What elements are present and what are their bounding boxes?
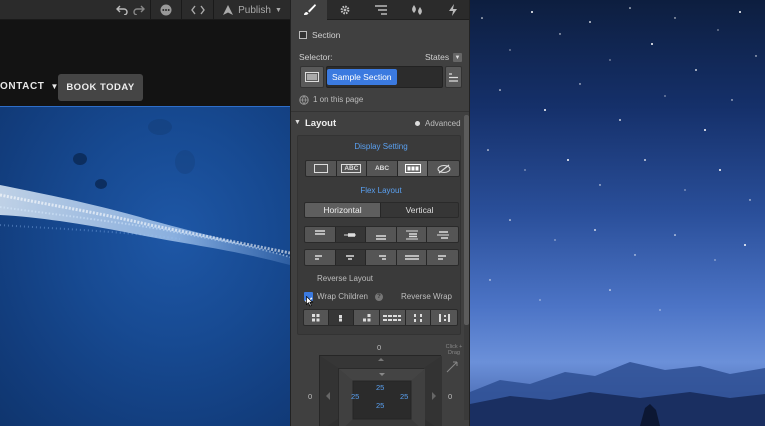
reverse-layout-row: Reverse Layout (291, 273, 469, 285)
hero-background-image (0, 119, 290, 265)
display-setting-group: ABC ABC (305, 160, 460, 177)
publish-icon (223, 4, 234, 15)
flex-layout-label: Flex Layout (360, 186, 402, 195)
panel-tabs (291, 0, 469, 20)
display-inline-button[interactable]: ABC (367, 161, 398, 176)
scrollbar-thumb[interactable] (464, 115, 469, 325)
style-panel: Section Selector: States ▼ Sample Sectio… (290, 0, 470, 426)
undo-icon[interactable] (112, 0, 132, 20)
justify-start-button[interactable] (305, 250, 336, 265)
selector-input[interactable]: Sample Section (326, 66, 443, 88)
advanced-label[interactable]: Advanced (425, 119, 461, 128)
redo-icon[interactable] (130, 0, 148, 20)
navigator-icon (375, 5, 387, 15)
globe-icon (299, 95, 309, 105)
justify-center-button[interactable] (335, 250, 367, 265)
section-row: Section (291, 29, 469, 41)
wrap-row: Wrap Children ? Reverse Wrap (291, 291, 469, 307)
eye-slash-icon (437, 164, 451, 173)
display-flex-button[interactable] (397, 161, 429, 176)
selector-field: Sample Section (291, 66, 469, 88)
align-items-group (304, 226, 459, 243)
padding-bottom-value[interactable]: 25 (376, 401, 384, 410)
on-page-row: 1 on this page (291, 94, 469, 106)
align-content-end-button[interactable] (354, 310, 381, 325)
justify-around-button[interactable] (427, 250, 458, 265)
section-checkbox[interactable] (299, 31, 307, 39)
display-setting-label: Display Setting (354, 142, 408, 151)
on-page-count: 1 on this page (313, 95, 364, 104)
display-none-button[interactable] (428, 161, 459, 176)
paintbrush-icon (304, 4, 316, 15)
tab-interactions[interactable] (435, 0, 469, 20)
states-label: States (425, 52, 450, 62)
display-block-button[interactable] (306, 161, 337, 176)
mouse-cursor-icon (306, 296, 314, 307)
background-night-sky (470, 0, 765, 426)
designer-canvas[interactable]: Publish ▼ ONTACT ▼ BOOK TODAY (0, 0, 290, 426)
section-label: Section (312, 30, 341, 40)
list-icon (449, 72, 458, 82)
tab-settings[interactable] (327, 0, 363, 20)
drops-icon (412, 5, 422, 15)
caret-down-icon: ▼ (294, 119, 301, 126)
panel-scrollbar[interactable] (464, 115, 469, 420)
reverse-wrap-label[interactable]: Reverse Wrap (401, 292, 452, 301)
justify-end-button[interactable] (366, 250, 397, 265)
align-content-around-button[interactable] (431, 310, 457, 325)
padding-top-value[interactable]: 25 (376, 383, 384, 392)
lightning-icon (449, 4, 457, 16)
states-dropdown-icon[interactable]: ▼ (453, 53, 462, 62)
justify-content-group (304, 249, 459, 266)
layout-title: Layout (305, 118, 337, 129)
hero-section[interactable] (0, 106, 290, 426)
selector-label: Selector: (299, 52, 333, 62)
top-toolbar: Publish ▼ (0, 0, 290, 20)
direction-vertical-button[interactable]: Vertical (381, 203, 458, 217)
drag-arrow-icon (446, 361, 458, 373)
margin-right-value[interactable]: 0 (448, 392, 452, 401)
nav-contact-link[interactable]: ONTACT ▼ (0, 81, 59, 92)
justify-between-button[interactable] (396, 250, 428, 265)
align-content-stretch-button[interactable] (380, 310, 406, 325)
click-drag-hint: Click + Drag (445, 344, 463, 356)
flex-direction-group: Horizontal Vertical (304, 202, 459, 218)
selector-header: Selector: States ▼ (291, 51, 469, 63)
wrap-children-label: Wrap Children (317, 292, 368, 301)
more-options-icon[interactable] (155, 0, 177, 20)
site-navbar: ONTACT ▼ BOOK TODAY (0, 20, 290, 106)
element-type-icon[interactable] (300, 66, 324, 88)
advanced-dot-icon (415, 121, 420, 126)
align-content-start-button[interactable] (304, 310, 329, 325)
tab-navigator[interactable] (363, 0, 399, 20)
selector-menu-button[interactable] (445, 66, 462, 88)
align-end-button[interactable] (366, 227, 397, 242)
align-content-center-button[interactable] (328, 310, 355, 325)
display-inline-block-button[interactable]: ABC (336, 161, 368, 176)
padding-right-value[interactable]: 25 (400, 392, 408, 401)
reverse-layout-label: Reverse Layout (317, 274, 374, 283)
gear-icon (340, 5, 350, 15)
margin-left-value[interactable]: 0 (308, 392, 312, 401)
tab-style[interactable] (291, 0, 327, 20)
book-today-button[interactable]: BOOK TODAY (58, 74, 143, 101)
direction-horizontal-button[interactable]: Horizontal (305, 203, 382, 217)
chevron-down-icon: ▼ (274, 6, 282, 14)
margin-top-value[interactable]: 0 (377, 343, 381, 352)
tab-symbols[interactable] (399, 0, 435, 20)
align-content-between-button[interactable] (405, 310, 432, 325)
help-icon[interactable]: ? (375, 293, 383, 301)
reverse-layout-checkbox[interactable] (305, 275, 313, 283)
padding-left-value[interactable]: 25 (351, 392, 359, 401)
align-start-button[interactable] (305, 227, 336, 242)
align-stretch-button[interactable] (396, 227, 428, 242)
align-center-button[interactable] (335, 227, 367, 242)
align-baseline-button[interactable] (427, 227, 458, 242)
align-content-group (303, 309, 458, 326)
code-view-icon[interactable] (185, 0, 211, 20)
publish-label: Publish (238, 4, 271, 16)
selector-tag[interactable]: Sample Section (327, 69, 397, 85)
layout-section-header[interactable]: ▼ Layout Advanced (291, 117, 469, 131)
publish-button[interactable]: Publish ▼ (220, 0, 284, 20)
